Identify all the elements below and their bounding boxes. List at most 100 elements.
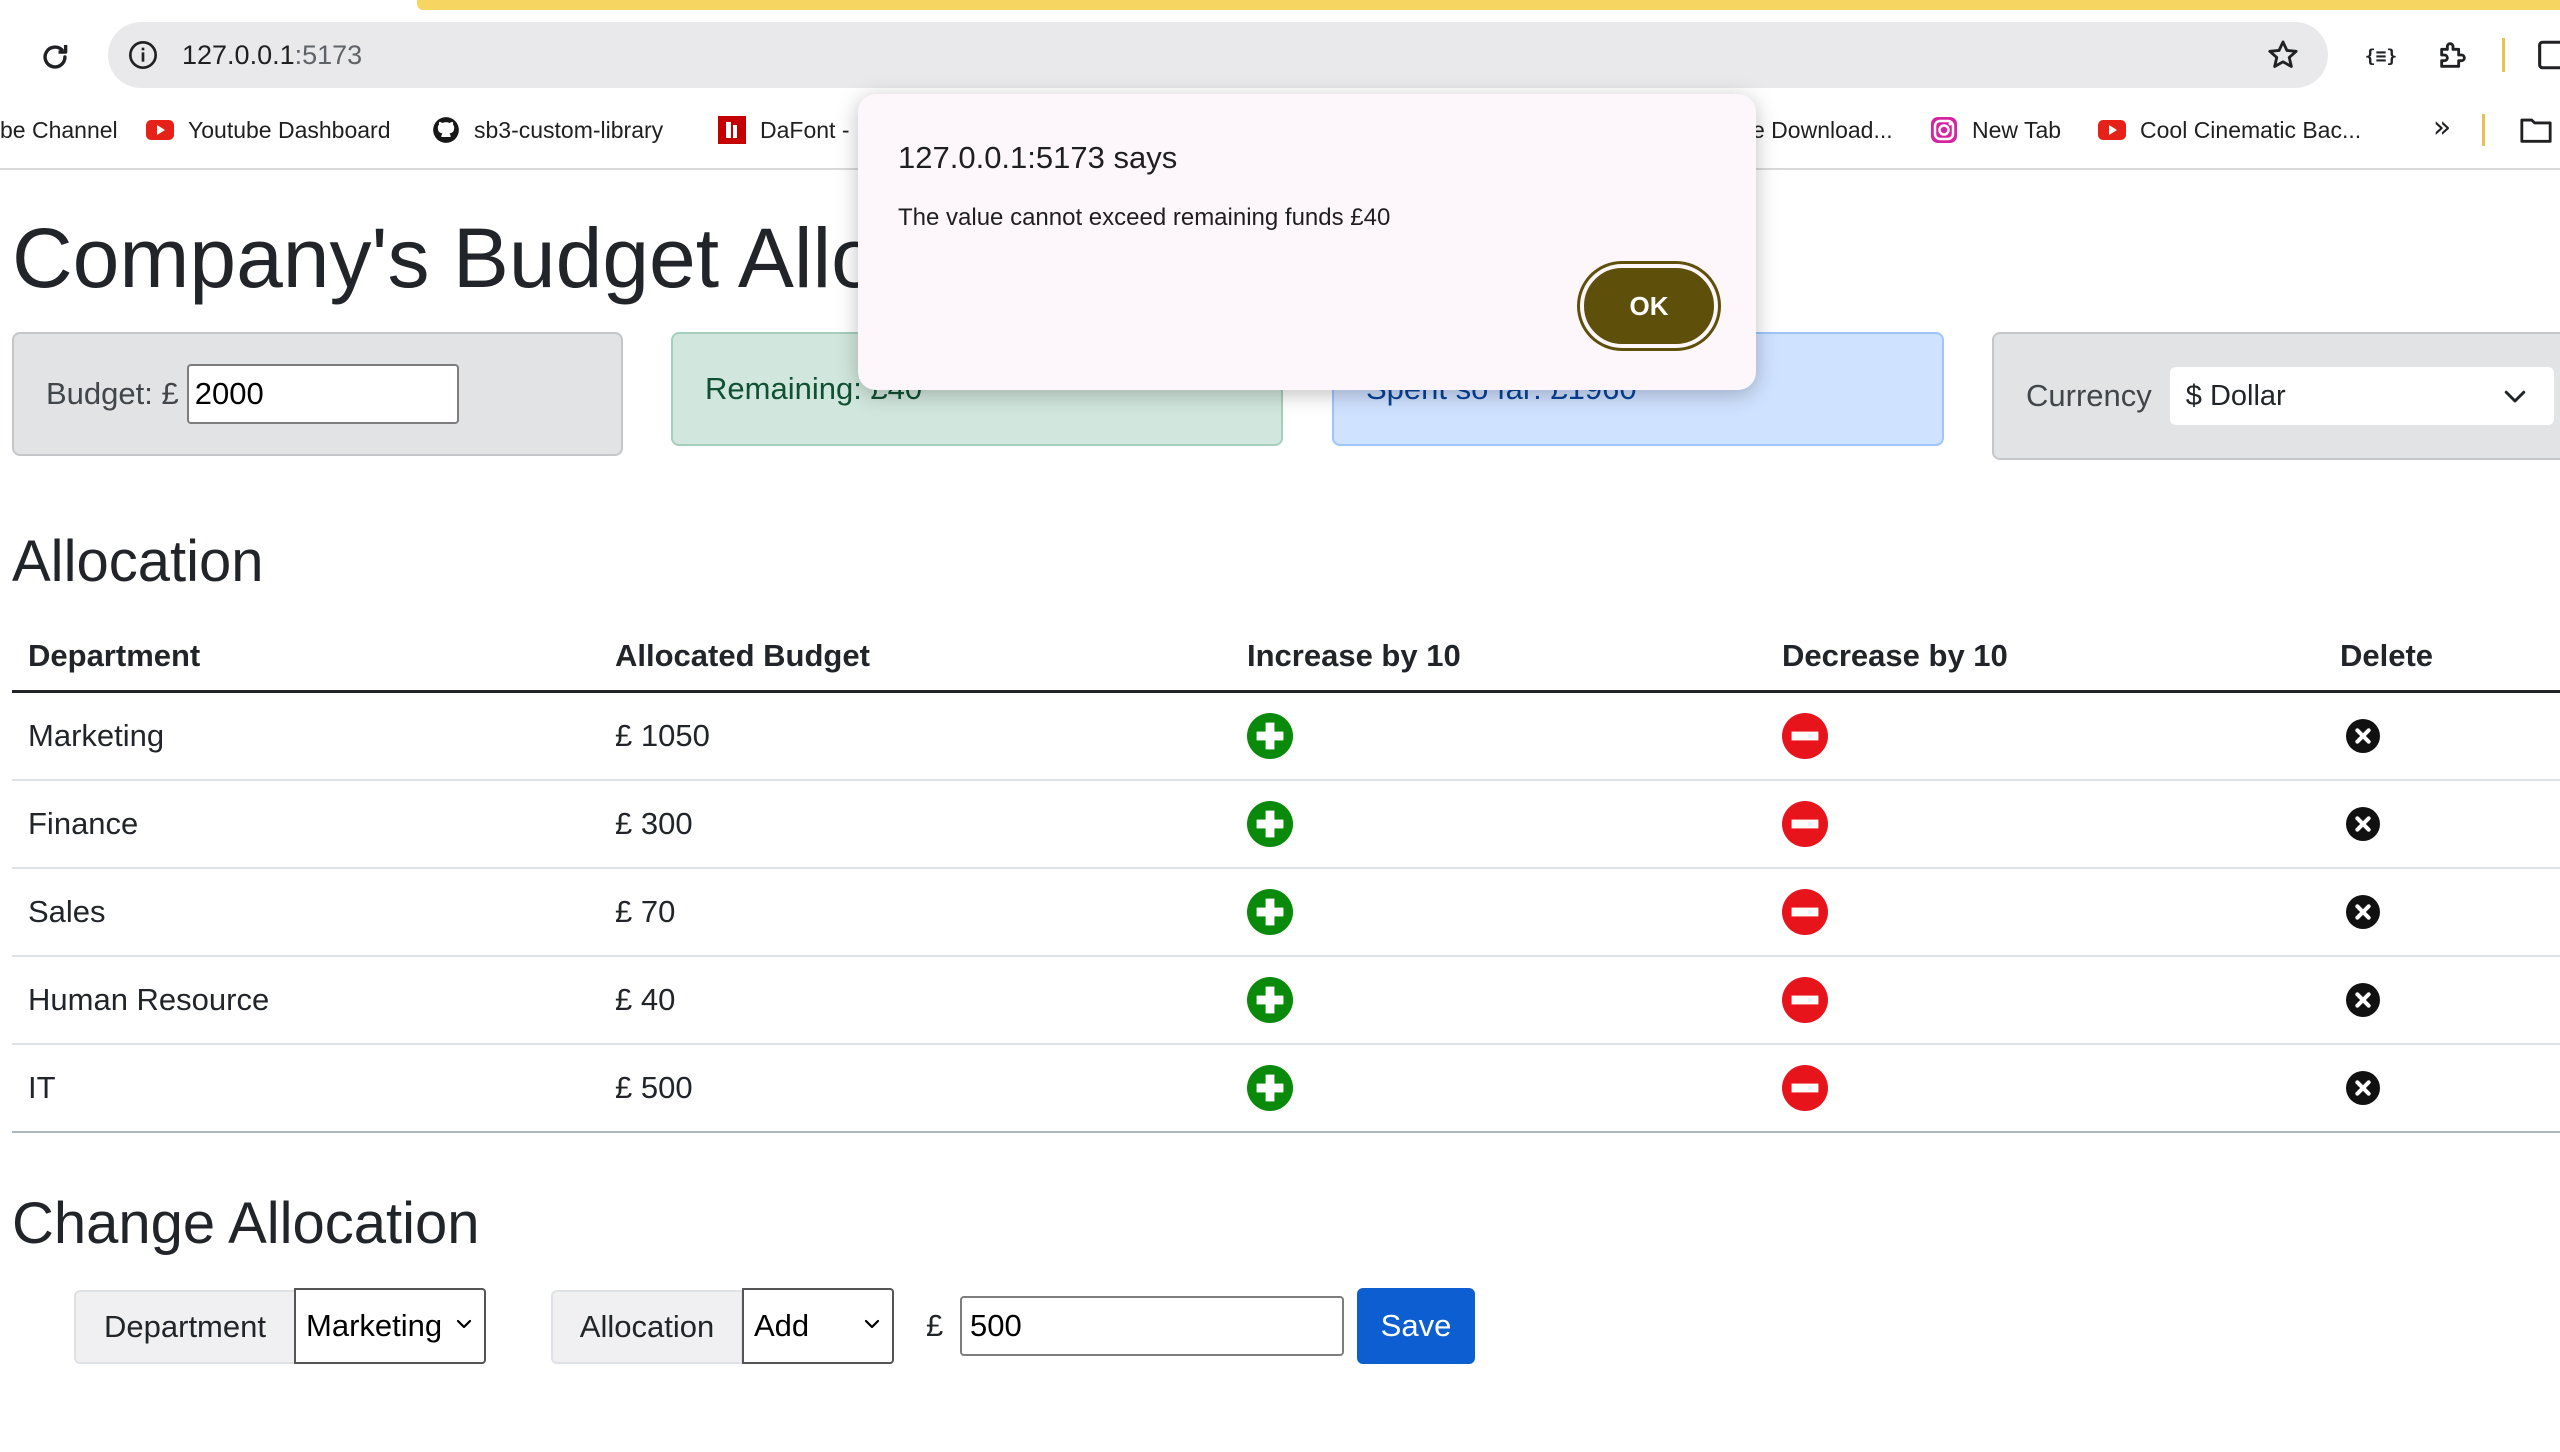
youtube-icon xyxy=(2098,116,2126,144)
delete-cell xyxy=(2324,1044,2560,1133)
ok-button[interactable]: OK xyxy=(1580,264,1718,348)
minus-circle-icon[interactable] xyxy=(1782,713,1828,759)
delete-cell xyxy=(2324,780,2560,869)
delete-cell xyxy=(2324,868,2560,957)
bookmark-item[interactable]: e Download... xyxy=(1752,110,1893,150)
url-port: :5173 xyxy=(294,40,363,70)
allocation-table: Department Allocated Budget Increase by … xyxy=(12,622,2560,1133)
url-text[interactable]: 127.0.0.1:5173 xyxy=(182,36,362,74)
alert-dialog: 127.0.0.1:5173 says The value cannot exc… xyxy=(858,94,1756,390)
extension-devtools-icon[interactable]: {≡} xyxy=(2360,38,2402,74)
minus-circle-icon[interactable] xyxy=(1782,977,1828,1023)
currency-label: Currency xyxy=(2026,378,2152,413)
chevron-down-icon xyxy=(2504,390,2526,403)
department-cell: IT xyxy=(12,1044,599,1133)
delete-x-circle-icon[interactable] xyxy=(2346,983,2380,1017)
bookmark-label: sb3-custom-librar​y xyxy=(474,116,664,143)
page-load-progress-bar xyxy=(417,0,2560,10)
minus-circle-icon[interactable] xyxy=(1782,889,1828,935)
budget-cell: £ 300 xyxy=(599,780,1231,869)
plus-circle-icon[interactable] xyxy=(1247,977,1293,1023)
minus-circle-icon[interactable] xyxy=(1782,1065,1828,1111)
column-header-increase: Increase by 10 xyxy=(1231,622,1766,693)
increase-cell xyxy=(1231,691,1766,781)
budget-cell: £ 70 xyxy=(599,868,1231,957)
currency-card: Currency $ Dollar xyxy=(1992,332,2560,460)
increase-cell xyxy=(1231,1044,1766,1133)
currency-select[interactable]: $ Dollar xyxy=(2169,367,2554,425)
reload-icon[interactable] xyxy=(34,36,76,78)
bookmark-label: Youtube Dashboard xyxy=(188,116,391,143)
decrease-cell xyxy=(1766,1044,2324,1133)
github-icon xyxy=(432,116,460,144)
bookmark-item[interactable]: Cool Cinematic Bac... xyxy=(2098,110,2361,150)
dialog-message: The value cannot exceed remaining funds … xyxy=(898,204,1391,231)
bookmark-star-icon[interactable] xyxy=(2262,34,2304,76)
decrease-cell xyxy=(1766,691,2324,781)
save-button[interactable]: Save xyxy=(1357,1288,1475,1364)
bookmark-item[interactable]: New Tab xyxy=(1930,110,2061,150)
folder-icon[interactable] xyxy=(2518,112,2554,148)
chevron-down-icon xyxy=(456,1319,472,1329)
toolbar-separator xyxy=(2502,38,2505,72)
increase-cell xyxy=(1231,780,1766,869)
bookmark-label: e Download... xyxy=(1752,116,1893,143)
table-row: Finance £ 300 xyxy=(12,780,2560,869)
plus-circle-icon[interactable] xyxy=(1247,1065,1293,1111)
column-header-delete: Delete xyxy=(2324,622,2560,693)
department-select-value: Marketing xyxy=(306,1308,443,1343)
plus-circle-icon[interactable] xyxy=(1247,713,1293,759)
extensions-puzzle-icon[interactable] xyxy=(2432,34,2474,76)
department-cell: Sales xyxy=(12,868,599,957)
plus-circle-icon[interactable] xyxy=(1247,801,1293,847)
minus-circle-icon[interactable] xyxy=(1782,801,1828,847)
allocation-type-value: Add xyxy=(754,1308,810,1343)
currency-symbol: £ xyxy=(926,1308,944,1343)
bookmark-label: DaFont - xyxy=(760,116,850,143)
decrease-cell xyxy=(1766,780,2324,869)
column-header-allocated-budget: Allocated Budget xyxy=(599,622,1231,693)
dialog-title: 127.0.0.1:5173 says xyxy=(898,140,1178,175)
site-info-icon[interactable] xyxy=(124,36,162,74)
amount-input[interactable] xyxy=(960,1296,1344,1356)
allocation-type-select[interactable]: Add xyxy=(742,1288,894,1364)
delete-x-circle-icon[interactable] xyxy=(2346,1071,2380,1105)
column-header-department: Department xyxy=(12,622,599,693)
side-panel-icon[interactable] xyxy=(2536,34,2560,76)
department-cell: Human Resource xyxy=(12,956,599,1045)
budget-card: Budget: £ xyxy=(12,332,623,456)
youtube-icon xyxy=(146,116,174,144)
delete-x-circle-icon[interactable] xyxy=(2346,719,2380,753)
chevron-down-icon xyxy=(864,1319,880,1329)
address-bar[interactable] xyxy=(108,22,2328,88)
department-label: Department xyxy=(74,1290,296,1364)
column-header-decrease: Decrease by 10 xyxy=(1766,622,2324,693)
delete-x-circle-icon[interactable] xyxy=(2346,807,2380,841)
bookmark-item[interactable]: be Channel xyxy=(0,110,118,150)
bookmark-item[interactable]: DaFont - xyxy=(718,110,849,150)
table-header-row: Department Allocated Budget Increase by … xyxy=(12,622,2560,693)
bookmark-item[interactable]: sb3-custom-librar​y xyxy=(432,110,663,150)
table-row: Sales £ 70 xyxy=(12,868,2560,957)
instagram-icon xyxy=(1930,116,1958,144)
more-bookmarks-chevron-icon[interactable]: » xyxy=(2422,110,2462,150)
delete-cell xyxy=(2324,956,2560,1045)
allocation-label: Allocation xyxy=(551,1290,743,1364)
bookmark-label: be Channel xyxy=(0,116,118,143)
url-host: 127.0.0.1 xyxy=(182,40,295,70)
budget-cell: £ 40 xyxy=(599,956,1231,1045)
bookmark-label: Cool Cinematic Bac... xyxy=(2140,116,2362,143)
change-allocation-heading: Change Allocation xyxy=(12,1191,480,1256)
table-row: Human Resource £ 40 xyxy=(12,956,2560,1045)
delete-x-circle-icon[interactable] xyxy=(2346,895,2380,929)
table-row: Marketing £ 1050 xyxy=(12,691,2560,781)
bookmark-item[interactable]: Youtube Dashboard xyxy=(146,110,391,150)
increase-cell xyxy=(1231,868,1766,957)
plus-circle-icon[interactable] xyxy=(1247,889,1293,935)
department-select[interactable]: Marketing xyxy=(294,1288,486,1364)
bookmark-label: New Tab xyxy=(1972,116,2062,143)
budget-input[interactable] xyxy=(186,364,459,424)
bookmarks-separator xyxy=(2482,114,2485,146)
decrease-cell xyxy=(1766,956,2324,1045)
dafont-icon xyxy=(718,116,746,144)
